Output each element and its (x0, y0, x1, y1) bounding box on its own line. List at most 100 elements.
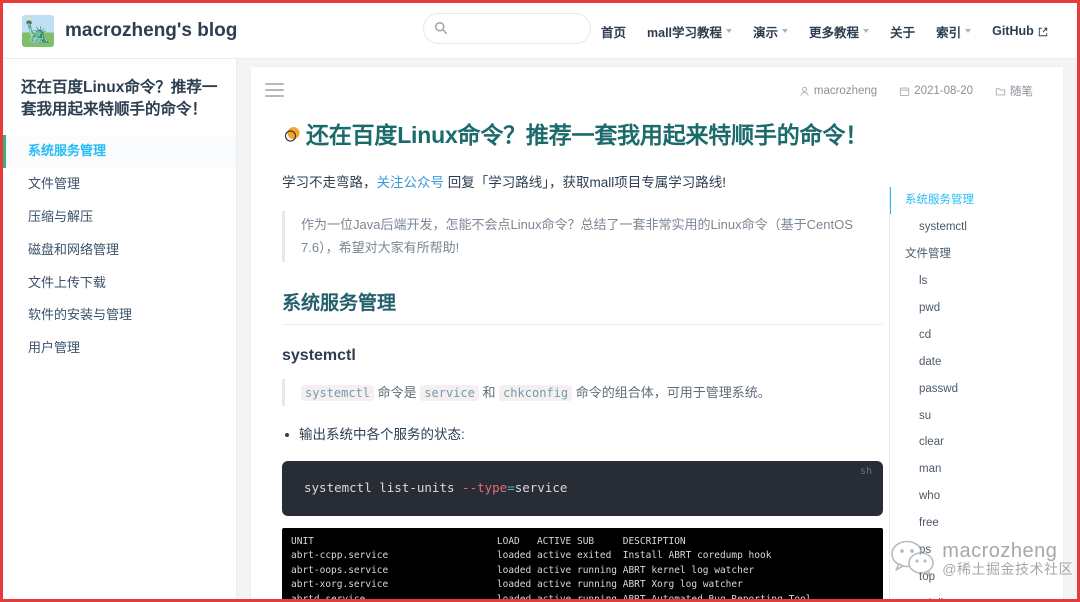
toc-item-free[interactable]: free (890, 510, 1049, 537)
toc-item-man[interactable]: man (890, 456, 1049, 483)
toc-item-label: clear (919, 436, 944, 449)
code-command-equals: = (507, 480, 515, 496)
nav-item-label: mall学习教程 (647, 25, 723, 40)
toc-item-ls[interactable]: ls (890, 268, 1049, 295)
search-input[interactable] (423, 13, 591, 44)
sidebar-item-label: 用户管理 (28, 340, 81, 356)
sidebar-nav-list: 系统服务管理 文件管理 压缩与解压 磁盘和网络管理 文件上传下载 软件的安装与管… (3, 135, 236, 365)
nav-links: 首页 mall学习教程 演示 更多教程 关于 索引 GitHub (601, 3, 1048, 59)
hamburger-bar (265, 83, 284, 85)
brand-title: macrozheng's blog (65, 19, 238, 41)
inline-code-chkconfig: chkconfig (499, 384, 573, 401)
code-command-value: service (514, 480, 568, 496)
chevron-down-icon (782, 29, 789, 33)
search-container (423, 13, 591, 44)
cmd-note-text-1: 命令是 (374, 384, 421, 400)
sidebar-item-file-management[interactable]: 文件管理 (3, 168, 236, 201)
terminal-output-image: UNIT LOAD ACTIVE SUB DESCRIPTION abrt-cc… (282, 527, 883, 599)
hamburger-menu-icon[interactable] (265, 83, 284, 97)
toc-item-label: ls (919, 274, 928, 287)
logo-glyph: 🗽 (24, 17, 52, 43)
inline-code-service: service (420, 384, 479, 401)
statue-of-liberty-logo: 🗽 (22, 14, 54, 47)
article-meta: macrozheng 2021-08-20 随笔 (799, 83, 1033, 99)
toc-item-label: systemctl (919, 220, 967, 233)
toc-item-label: ps (919, 544, 932, 557)
code-block-content[interactable]: systemctl list-units --type=service (304, 479, 863, 498)
article-card: macrozheng 2021-08-20 随笔 还在百度Linux命令？推荐一… (251, 67, 1063, 599)
sidebar-item-label: 软件的安装与管理 (28, 307, 133, 323)
toc-item-ps[interactable]: ps (890, 537, 1049, 564)
toc-item-date[interactable]: date (890, 349, 1049, 376)
sidebar-item-user-management[interactable]: 用户管理 (3, 332, 236, 365)
nav-item-label: 关于 (890, 25, 916, 40)
sidebar-item-file-transfer[interactable]: 文件上传下载 (3, 267, 236, 300)
table-of-contents: 系统服务管理 systemctl 文件管理 ls pwd cd date pas… (889, 187, 1049, 599)
toc-item-mkdir[interactable]: mkdir (890, 591, 1049, 599)
list-item: 输出系统中各个服务的状态: (282, 424, 883, 447)
section-heading-text: 系统服务管理 (282, 292, 397, 314)
toc-item-su[interactable]: su (890, 403, 1049, 430)
intro-blockquote: 作为一位Java后端开发，怎能不会点Linux命令？总结了一套非常实用的Linu… (282, 211, 883, 262)
chevron-down-icon (863, 29, 870, 33)
sidebar-item-disk-network[interactable]: 磁盘和网络管理 (3, 234, 236, 267)
toc-item-systemctl[interactable]: systemctl (890, 214, 1049, 241)
top-navbar: 🗽 macrozheng's blog 首页 mall学习教程 演示 更多教程 … (3, 3, 1077, 59)
honey-pot-emoji (282, 121, 302, 142)
toc-item-label: man (919, 463, 942, 476)
sidebar-item-label: 文件管理 (28, 175, 81, 191)
meta-category: 随笔 (995, 83, 1033, 99)
toc-list: 系统服务管理 systemctl 文件管理 ls pwd cd date pas… (890, 187, 1049, 599)
page-area: macrozheng 2021-08-20 随笔 还在百度Linux命令？推荐一… (237, 59, 1077, 599)
page-title-text: 还在百度Linux命令？推荐一套我用起来特顺手的命令！ (306, 122, 868, 148)
nav-item-mall-tutorial[interactable]: mall学习教程 (647, 22, 733, 41)
sub-heading-systemctl: systemctl (282, 347, 883, 365)
nav-item-index[interactable]: 索引 (936, 22, 972, 41)
terminal-output-text: UNIT LOAD ACTIVE SUB DESCRIPTION abrt-cc… (291, 535, 811, 599)
toc-item-top[interactable]: top (890, 564, 1049, 591)
toc-item-label: 系统服务管理 (905, 194, 974, 206)
folder-icon (995, 86, 1006, 97)
toc-item-label: who (919, 490, 941, 503)
lead-paragraph: 学习不走弯路，关注公众号 回复「学习路线」，获取mall项目专属学习路线! (282, 172, 883, 195)
toc-item-passwd[interactable]: passwd (890, 376, 1049, 403)
toc-item-label: cd (919, 328, 932, 341)
toc-item-label: passwd (919, 382, 958, 395)
nav-item-about[interactable]: 关于 (890, 22, 915, 41)
sidebar-item-label: 磁盘和网络管理 (28, 241, 120, 257)
inline-code-systemctl: systemctl (301, 384, 375, 401)
bullet-list: 输出系统中各个服务的状态: (282, 424, 883, 447)
meta-date-label: 2021-08-20 (914, 85, 973, 97)
toc-item-system-service[interactable]: 系统服务管理 (890, 187, 1049, 214)
code-command-flag: --type (462, 480, 508, 496)
toc-item-label: date (919, 355, 942, 368)
sidebar-item-software-install[interactable]: 软件的安装与管理 (3, 299, 236, 332)
nav-item-home[interactable]: 首页 (601, 22, 626, 41)
toc-item-pwd[interactable]: pwd (890, 295, 1049, 322)
toc-item-label: free (919, 517, 939, 530)
meta-category-label: 随笔 (1010, 86, 1033, 98)
nav-item-github[interactable]: GitHub (992, 24, 1048, 38)
systemctl-description: systemctl 命令是 service 和 chkconfig 命令的组合体… (282, 378, 883, 407)
sidebar-title: 还在百度Linux命令？推荐一套我用起来特顺手的命令！ (21, 79, 218, 118)
sidebar-item-system-service[interactable]: 系统服务管理 (3, 135, 236, 168)
nav-item-demo[interactable]: 演示 (753, 22, 789, 41)
sidebar-item-label: 系统服务管理 (28, 143, 107, 158)
toc-item-label: top (919, 571, 935, 584)
brand-home-link[interactable]: 🗽 macrozheng's blog (22, 14, 238, 47)
toc-item-label: pwd (919, 301, 941, 314)
toc-item-clear[interactable]: clear (890, 429, 1049, 456)
toc-item-cd[interactable]: cd (890, 322, 1049, 349)
left-sidebar: 还在百度Linux命令？推荐一套我用起来特顺手的命令！ 系统服务管理 文件管理 … (3, 59, 237, 599)
sidebar-item-compression[interactable]: 压缩与解压 (3, 201, 236, 234)
intro-blockquote-text: 作为一位Java后端开发，怎能不会点Linux命令？总结了一套非常实用的Linu… (301, 217, 853, 256)
toc-item-file-management[interactable]: 文件管理 (890, 241, 1049, 268)
nav-item-more-tutorials[interactable]: 更多教程 (809, 22, 870, 41)
article-content: 还在百度Linux命令？推荐一套我用起来特顺手的命令！ 学习不走弯路，关注公众号… (282, 119, 883, 599)
wechat-official-link[interactable]: 关注公众号 (377, 175, 445, 190)
toc-item-who[interactable]: who (890, 483, 1049, 510)
page-title: 还在百度Linux命令？推荐一套我用起来特顺手的命令！ (282, 119, 883, 152)
chevron-down-icon (965, 29, 972, 33)
nav-item-label: GitHub (992, 24, 1034, 38)
toc-item-label: 文件管理 (905, 247, 951, 260)
